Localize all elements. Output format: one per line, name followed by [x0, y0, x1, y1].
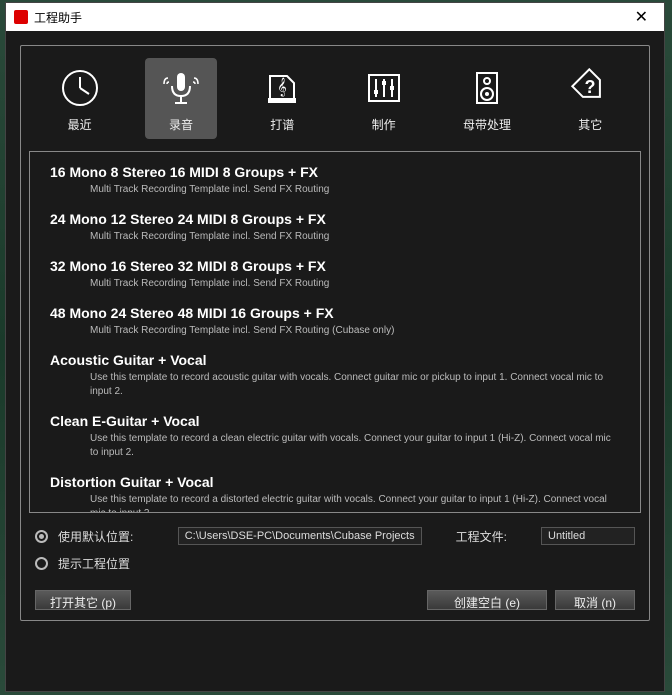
template-item[interactable]: Distortion Guitar + Vocal Use this templa… [50, 474, 620, 512]
close-icon[interactable]: ✕ [627, 7, 656, 27]
template-title: 32 Mono 16 Stereo 32 MIDI 8 Groups + FX [50, 258, 620, 274]
template-list[interactable]: 16 Mono 8 Stereo 16 MIDI 8 Groups + FX Mu… [30, 152, 640, 512]
template-item[interactable]: 16 Mono 8 Stereo 16 MIDI 8 Groups + FX Mu… [50, 164, 620, 197]
template-title: 16 Mono 8 Stereo 16 MIDI 8 Groups + FX [50, 164, 620, 180]
tab-label: 其它 [578, 116, 602, 133]
app-icon [14, 10, 28, 24]
titlebar: 工程助手 ✕ [6, 3, 664, 31]
template-item[interactable]: 48 Mono 24 Stereo 48 MIDI 16 Groups + FX… [50, 305, 620, 338]
tab-label: 录音 [169, 116, 193, 133]
right-buttons: 创建空白 (e) 取消 (n) [427, 590, 635, 610]
score-icon: 𝄞 [260, 66, 304, 110]
template-desc: Multi Track Recording Template incl. Sen… [50, 277, 620, 291]
template-title: 24 Mono 12 Stereo 24 MIDI 8 Groups + FX [50, 211, 620, 227]
template-desc: Use this template to record acoustic gui… [50, 371, 620, 399]
svg-text:𝄞: 𝄞 [278, 78, 287, 97]
location-section: 使用默认位置: 工程文件: 提示工程位置 [29, 527, 641, 572]
window-title: 工程助手 [34, 9, 82, 26]
button-row: 打开其它 (p) 创建空白 (e) 取消 (n) [29, 590, 641, 610]
content-area: 最近 录音 𝄞 打谱 [6, 31, 664, 635]
prompt-location-row: 提示工程位置 [35, 555, 635, 572]
template-desc: Multi Track Recording Template incl. Sen… [50, 183, 620, 197]
template-title: 48 Mono 24 Stereo 48 MIDI 16 Groups + FX [50, 305, 620, 321]
tab-label: 打谱 [270, 116, 294, 133]
tab-mastering[interactable]: 母带处理 [449, 58, 525, 139]
mixer-icon [362, 66, 406, 110]
tab-production[interactable]: 制作 [348, 58, 420, 139]
template-title: Acoustic Guitar + Vocal [50, 352, 620, 368]
category-tabs: 最近 录音 𝄞 打谱 [29, 58, 641, 139]
main-panel: 最近 录音 𝄞 打谱 [20, 45, 650, 621]
tab-recording[interactable]: 录音 [145, 58, 217, 139]
tab-label: 制作 [372, 116, 396, 133]
default-path-input[interactable] [178, 527, 422, 545]
tab-scoring[interactable]: 𝄞 打谱 [246, 58, 318, 139]
template-desc: Multi Track Recording Template incl. Sen… [50, 230, 620, 244]
titlebar-left: 工程助手 [14, 9, 82, 26]
radio-prompt-location[interactable] [35, 557, 48, 570]
project-file-input[interactable] [541, 527, 635, 545]
tab-label: 最近 [68, 116, 92, 133]
template-item[interactable]: Acoustic Guitar + Vocal Use this template… [50, 352, 620, 399]
use-default-label: 使用默认位置: [58, 528, 133, 545]
tab-recent[interactable]: 最近 [44, 58, 116, 139]
create-blank-button[interactable]: 创建空白 (e) [427, 590, 547, 610]
cancel-button[interactable]: 取消 (n) [555, 590, 635, 610]
tab-label: 母带处理 [463, 116, 511, 133]
template-title: Distortion Guitar + Vocal [50, 474, 620, 490]
template-item[interactable]: Clean E-Guitar + Vocal Use this template … [50, 413, 620, 460]
project-assistant-window: 工程助手 ✕ 最近 录音 [5, 2, 665, 692]
template-list-container: 16 Mono 8 Stereo 16 MIDI 8 Groups + FX Mu… [29, 151, 641, 513]
microphone-icon [159, 66, 203, 110]
tab-other[interactable]: ? 其它 [554, 58, 626, 139]
template-item[interactable]: 32 Mono 16 Stereo 32 MIDI 8 Groups + FX M… [50, 258, 620, 291]
clock-icon [58, 66, 102, 110]
template-title: Clean E-Guitar + Vocal [50, 413, 620, 429]
open-other-button[interactable]: 打开其它 (p) [35, 590, 131, 610]
template-item[interactable]: 24 Mono 12 Stereo 24 MIDI 8 Groups + FX M… [50, 211, 620, 244]
template-desc: Multi Track Recording Template incl. Sen… [50, 324, 620, 338]
prompt-location-label: 提示工程位置 [58, 555, 130, 572]
radio-use-default[interactable] [35, 530, 48, 543]
project-file-label: 工程文件: [456, 528, 507, 545]
default-location-row: 使用默认位置: 工程文件: [35, 527, 635, 545]
svg-text:?: ? [585, 77, 596, 97]
tag-question-icon: ? [568, 66, 612, 110]
template-desc: Use this template to record a distorted … [50, 493, 620, 512]
speaker-icon [465, 66, 509, 110]
template-desc: Use this template to record a clean elec… [50, 432, 620, 460]
